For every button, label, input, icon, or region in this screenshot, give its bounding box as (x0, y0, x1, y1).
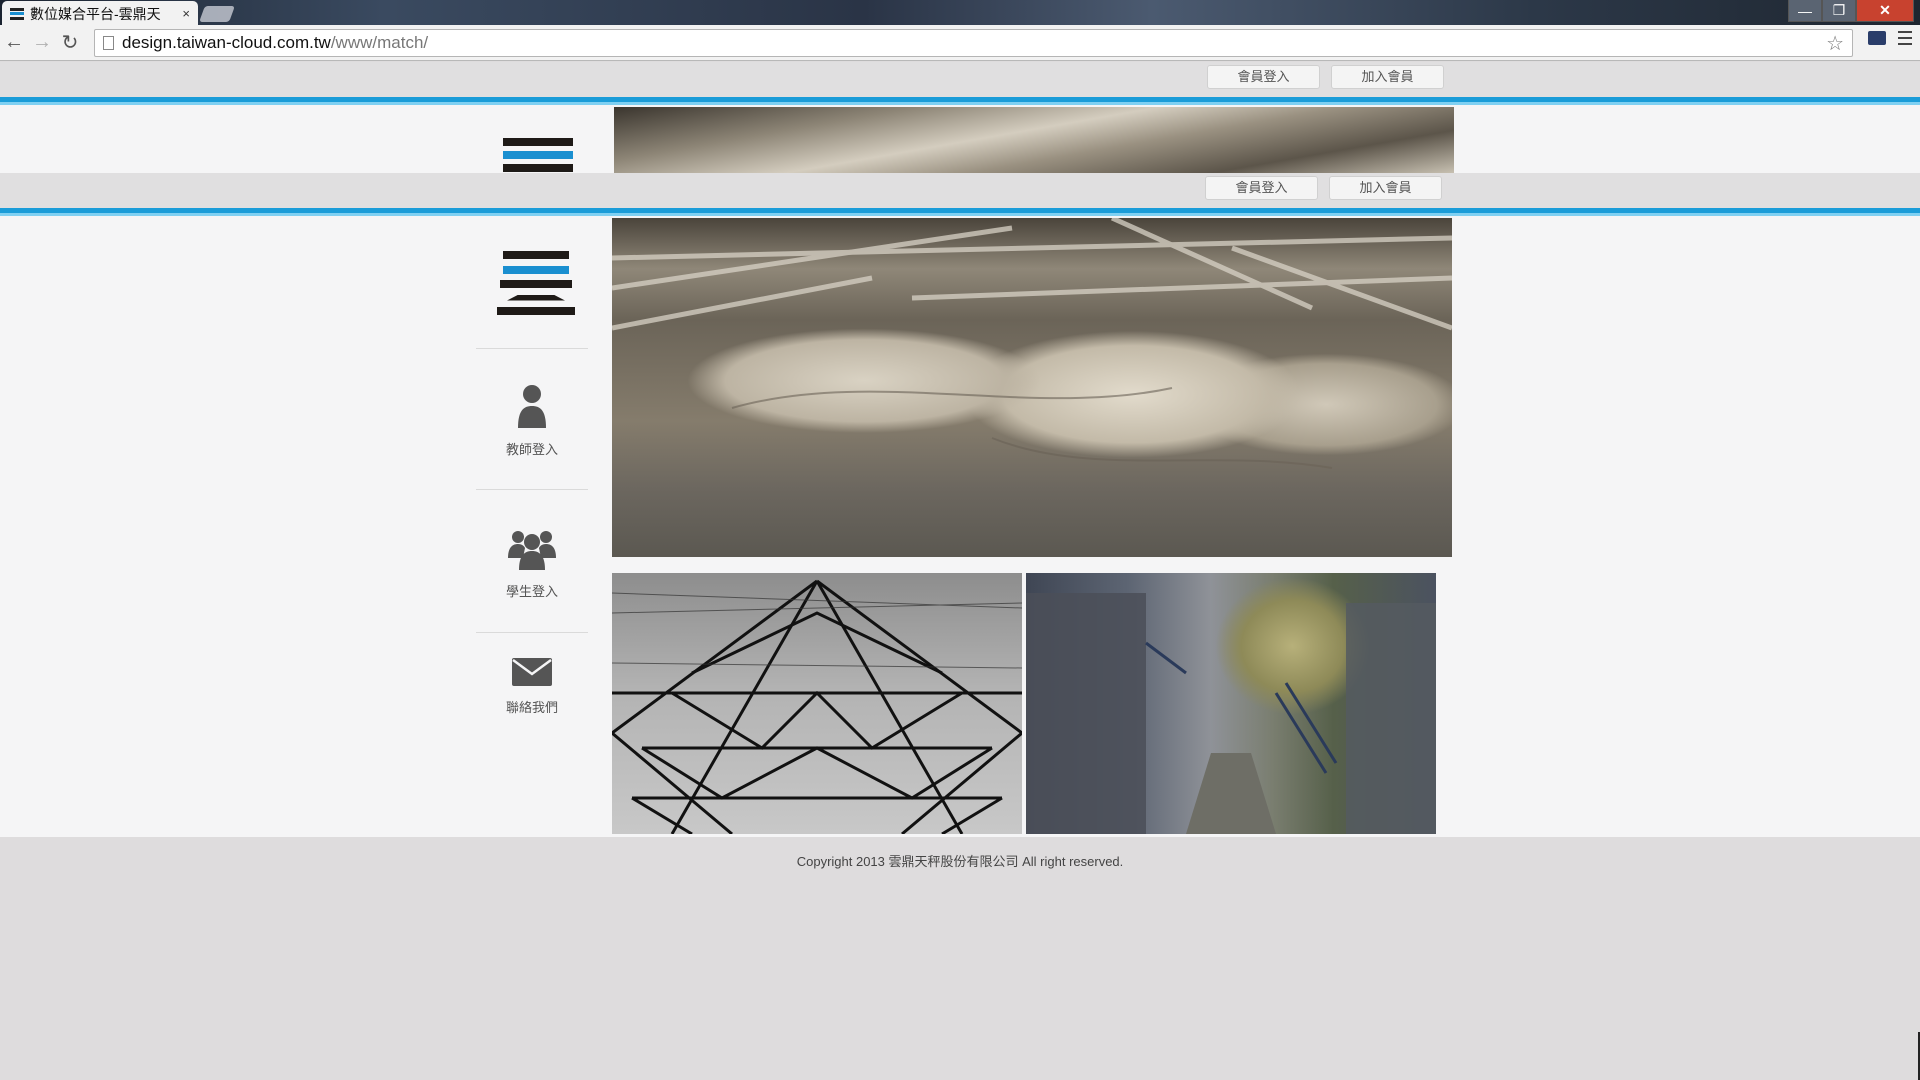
envelope-icon (512, 658, 552, 686)
ghost-site-logo (503, 138, 573, 172)
browser-titlebar: 數位媒合平台-雲鼎天 × — ❐ ✕ (0, 0, 1920, 26)
member-login-button[interactable]: 會員登入 (1205, 176, 1318, 200)
reload-button[interactable]: ↻ (56, 30, 84, 55)
url-host: design.taiwan-cloud.com.tw (122, 33, 331, 52)
top-bar: 會員登入 加入會員 (0, 173, 1920, 208)
close-window-button[interactable]: ✕ (1856, 0, 1914, 22)
browser-tab[interactable]: 數位媒合平台-雲鼎天 × (2, 1, 198, 26)
window-controls: — ❐ ✕ (1788, 0, 1914, 22)
sidebar-divider (476, 348, 588, 349)
hero-driftwood-photo (612, 218, 1452, 557)
url-path: /www/match/ (330, 33, 429, 52)
browser-menu-icon[interactable] (1898, 31, 1912, 45)
address-bar[interactable]: design.taiwan-cloud.com.tw /www/match/ ☆ (94, 29, 1853, 57)
sidebar-item-student-login[interactable]: 學生登入 (476, 528, 588, 600)
ghost-accent-line (0, 97, 1920, 105)
ghost-driftwood-photo (614, 107, 1454, 173)
minimize-button[interactable]: — (1788, 0, 1822, 22)
member-login-button-ghost[interactable]: 會員登入 (1207, 65, 1320, 89)
sidebar-divider (476, 489, 588, 490)
browser-toolbar: ← → ↻ design.taiwan-cloud.com.tw /www/ma… (0, 25, 1920, 61)
power-tower-lattice (612, 579, 1022, 834)
join-member-button-ghost[interactable]: 加入會員 (1331, 65, 1444, 89)
bookmark-star-icon[interactable]: ☆ (1826, 31, 1844, 56)
driftwood-branches (612, 218, 1452, 469)
site-logo[interactable] (497, 251, 575, 315)
sidebar-item-teacher-login[interactable]: 教師登入 (476, 384, 588, 458)
ghost-top-bar: 會員登入 加入會員 (0, 62, 1920, 97)
accent-line (0, 208, 1920, 216)
person-icon (518, 385, 546, 428)
maximize-button[interactable]: ❐ (1822, 0, 1856, 22)
sidebar-item-contact-us[interactable]: 聯絡我們 (476, 658, 588, 716)
new-tab-button[interactable] (199, 6, 235, 22)
page-icon (103, 36, 114, 50)
extension-camera-icon[interactable] (1868, 31, 1886, 45)
join-member-button[interactable]: 加入會員 (1329, 176, 1442, 200)
site-favicon-icon (10, 7, 24, 20)
footer-copyright: Copyright 2013 雲鼎天秤股份有限公司 All right rese… (796, 854, 1124, 869)
teacher-login-label: 教師登入 (505, 442, 558, 457)
alley-building-photo (1026, 573, 1436, 834)
forward-button[interactable]: → (28, 31, 56, 54)
tab-close-icon[interactable]: × (182, 6, 190, 21)
back-button[interactable]: ← (0, 31, 28, 54)
tab-title: 數位媒合平台-雲鼎天 (30, 5, 161, 22)
alley-structures (1026, 593, 1436, 834)
contact-us-label: 聯絡我們 (505, 700, 558, 715)
sidebar-divider (476, 632, 588, 633)
power-tower-photo (612, 573, 1022, 834)
page-viewport: 會員登入 加入會員 會員登入 加入會員 教師登入 學生登入 聯絡我們 Copyr… (0, 62, 1920, 1080)
student-login-label: 學生登入 (505, 584, 558, 599)
group-icon (508, 531, 556, 570)
